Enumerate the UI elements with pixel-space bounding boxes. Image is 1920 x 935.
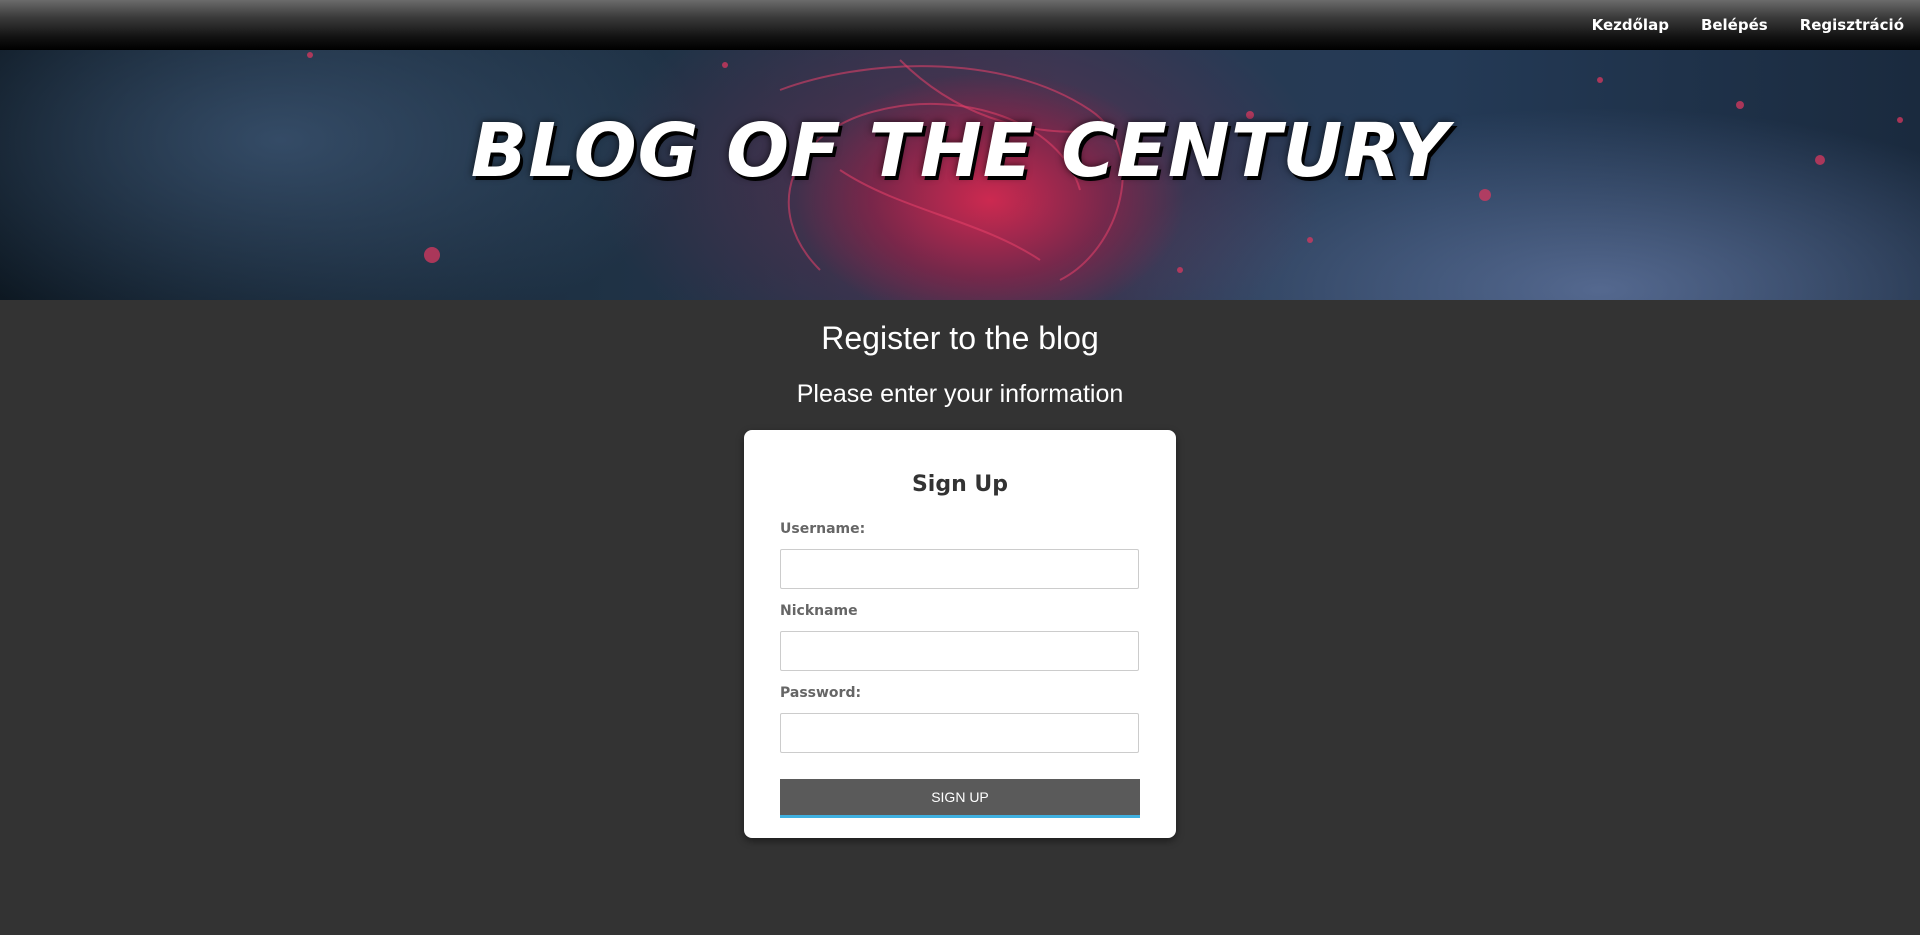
banner-title: BLOG OF THE CENTURY — [470, 108, 1450, 194]
username-input[interactable] — [780, 549, 1139, 589]
header-banner: BLOG OF THE CENTURY — [0, 50, 1920, 300]
password-input[interactable] — [780, 713, 1139, 753]
form-title: Sign Up — [911, 472, 1009, 497]
top-navbar: Kezdőlap Belépés Regisztráció — [0, 0, 1920, 51]
username-label: Username: — [780, 521, 866, 537]
nickname-input[interactable] — [780, 631, 1139, 671]
nav-link-login[interactable]: Belépés — [1701, 16, 1768, 34]
nickname-label: Nickname — [780, 603, 858, 619]
page-subtitle: Please enter your information — [796, 380, 1124, 408]
signup-form: Sign Up Username: Nickname Password: SIG… — [744, 430, 1176, 838]
password-label: Password: — [780, 685, 862, 701]
nav-link-register[interactable]: Regisztráció — [1800, 16, 1904, 34]
page-title: Register to the blog — [821, 320, 1099, 356]
nav-link-home[interactable]: Kezdőlap — [1592, 16, 1669, 34]
main-nav: Kezdőlap Belépés Regisztráció — [1592, 0, 1904, 50]
sign-up-button[interactable]: SIGN UP — [780, 779, 1140, 818]
